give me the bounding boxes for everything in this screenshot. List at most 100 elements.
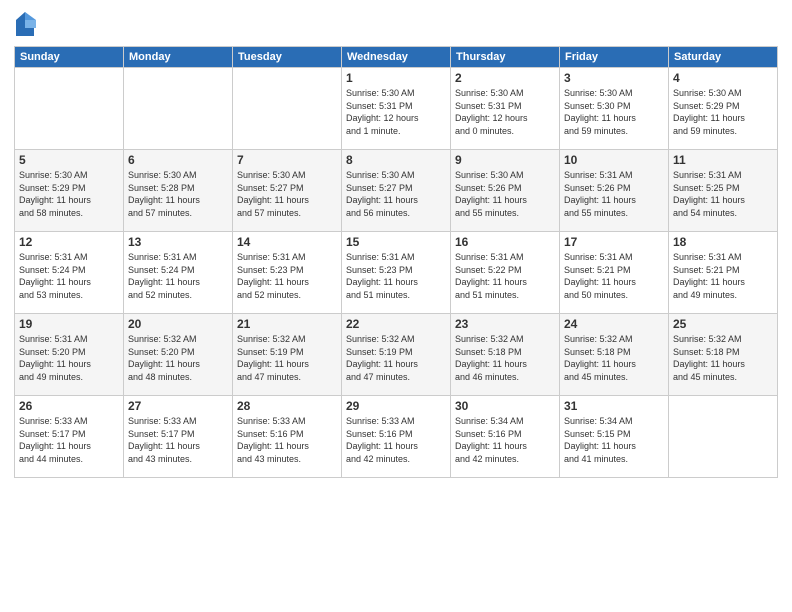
- calendar-cell: 20Sunrise: 5:32 AM Sunset: 5:20 PM Dayli…: [124, 314, 233, 396]
- calendar-cell: 12 Sunrise: 5:31 AM Sunset: 5:24 PM Dayli…: [15, 232, 124, 314]
- day-content: Sunrise: 5:34 AM Sunset: 5:16 PM Dayligh…: [455, 415, 555, 465]
- day-content: Sunrise: 5:30 AM Sunset: 5:26 PM Dayligh…: [455, 169, 555, 219]
- day-number: 19: [19, 317, 119, 331]
- day-number: 16: [455, 235, 555, 249]
- calendar-cell: 11Sunrise: 5:31 AM Sunset: 5:25 PM Dayli…: [669, 150, 778, 232]
- day-content: Sunrise: 5:30 AM Sunset: 5:31 PM Dayligh…: [346, 87, 446, 137]
- day-number: 25: [673, 317, 773, 331]
- day-content: Sunrise: 5:34 AM Sunset: 5:15 PM Dayligh…: [564, 415, 664, 465]
- day-content: Sunrise: 5:31 AM Sunset: 5:21 PM Dayligh…: [673, 251, 773, 301]
- day-content: Sunrise: 5:33 AM Sunset: 5:17 PM Dayligh…: [19, 415, 119, 465]
- logo-icon: [14, 10, 36, 38]
- calendar-cell: 27 Sunrise: 5:33 AM Sunset: 5:17 PM Dayli…: [124, 396, 233, 478]
- header: [14, 10, 778, 38]
- calendar-cell: 21Sunrise: 5:32 AM Sunset: 5:19 PM Dayli…: [233, 314, 342, 396]
- calendar-cell: 30 Sunrise: 5:34 AM Sunset: 5:16 PM Dayli…: [451, 396, 560, 478]
- day-number: 20: [128, 317, 228, 331]
- day-number: 8: [346, 153, 446, 167]
- calendar-cell: [15, 68, 124, 150]
- calendar-week-2: 5 Sunrise: 5:30 AM Sunset: 5:29 PM Daylig…: [15, 150, 778, 232]
- day-content: Sunrise: 5:30 AM Sunset: 5:27 PM Dayligh…: [237, 169, 337, 219]
- calendar-cell: [124, 68, 233, 150]
- calendar-cell: 3 Sunrise: 5:30 AM Sunset: 5:30 PM Daylig…: [560, 68, 669, 150]
- day-content: Sunrise: 5:33 AM Sunset: 5:16 PM Dayligh…: [237, 415, 337, 465]
- day-number: 1: [346, 71, 446, 85]
- calendar-cell: 9 Sunrise: 5:30 AM Sunset: 5:26 PM Daylig…: [451, 150, 560, 232]
- calendar-cell: 1 Sunrise: 5:30 AM Sunset: 5:31 PM Daylig…: [342, 68, 451, 150]
- day-content: Sunrise: 5:32 AM Sunset: 5:18 PM Dayligh…: [673, 333, 773, 383]
- day-number: 2: [455, 71, 555, 85]
- calendar-cell: 22 Sunrise: 5:32 AM Sunset: 5:19 PM Dayli…: [342, 314, 451, 396]
- calendar-header-wednesday: Wednesday: [342, 47, 451, 68]
- calendar-cell: 23 Sunrise: 5:32 AM Sunset: 5:18 PM Dayli…: [451, 314, 560, 396]
- day-number: 12: [19, 235, 119, 249]
- day-content: Sunrise: 5:30 AM Sunset: 5:28 PM Dayligh…: [128, 169, 228, 219]
- calendar-cell: 7 Sunrise: 5:30 AM Sunset: 5:27 PM Daylig…: [233, 150, 342, 232]
- day-number: 11: [673, 153, 773, 167]
- day-number: 18: [673, 235, 773, 249]
- day-number: 27: [128, 399, 228, 413]
- day-number: 6: [128, 153, 228, 167]
- day-content: Sunrise: 5:32 AM Sunset: 5:18 PM Dayligh…: [564, 333, 664, 383]
- day-number: 14: [237, 235, 337, 249]
- day-content: Sunrise: 5:31 AM Sunset: 5:24 PM Dayligh…: [19, 251, 119, 301]
- calendar-cell: 29 Sunrise: 5:33 AM Sunset: 5:16 PM Dayli…: [342, 396, 451, 478]
- calendar-cell: 28 Sunrise: 5:33 AM Sunset: 5:16 PM Dayli…: [233, 396, 342, 478]
- day-content: Sunrise: 5:32 AM Sunset: 5:19 PM Dayligh…: [346, 333, 446, 383]
- day-number: 29: [346, 399, 446, 413]
- day-number: 7: [237, 153, 337, 167]
- day-number: 9: [455, 153, 555, 167]
- day-number: 3: [564, 71, 664, 85]
- calendar-cell: 10Sunrise: 5:31 AM Sunset: 5:26 PM Dayli…: [560, 150, 669, 232]
- calendar-header-saturday: Saturday: [669, 47, 778, 68]
- day-number: 30: [455, 399, 555, 413]
- day-number: 5: [19, 153, 119, 167]
- calendar-header-tuesday: Tuesday: [233, 47, 342, 68]
- day-number: 10: [564, 153, 664, 167]
- calendar-header-friday: Friday: [560, 47, 669, 68]
- day-content: Sunrise: 5:30 AM Sunset: 5:30 PM Dayligh…: [564, 87, 664, 137]
- day-number: 24: [564, 317, 664, 331]
- calendar-cell: 15Sunrise: 5:31 AM Sunset: 5:23 PM Dayli…: [342, 232, 451, 314]
- day-content: Sunrise: 5:31 AM Sunset: 5:24 PM Dayligh…: [128, 251, 228, 301]
- calendar-cell: 2 Sunrise: 5:30 AM Sunset: 5:31 PM Daylig…: [451, 68, 560, 150]
- day-content: Sunrise: 5:31 AM Sunset: 5:20 PM Dayligh…: [19, 333, 119, 383]
- day-content: Sunrise: 5:30 AM Sunset: 5:29 PM Dayligh…: [673, 87, 773, 137]
- calendar-header-monday: Monday: [124, 47, 233, 68]
- calendar-cell: [233, 68, 342, 150]
- calendar-cell: 8 Sunrise: 5:30 AM Sunset: 5:27 PM Daylig…: [342, 150, 451, 232]
- day-content: Sunrise: 5:31 AM Sunset: 5:22 PM Dayligh…: [455, 251, 555, 301]
- day-content: Sunrise: 5:32 AM Sunset: 5:18 PM Dayligh…: [455, 333, 555, 383]
- calendar-cell: 31Sunrise: 5:34 AM Sunset: 5:15 PM Dayli…: [560, 396, 669, 478]
- day-number: 21: [237, 317, 337, 331]
- day-content: Sunrise: 5:30 AM Sunset: 5:29 PM Dayligh…: [19, 169, 119, 219]
- calendar-week-4: 19 Sunrise: 5:31 AM Sunset: 5:20 PM Dayli…: [15, 314, 778, 396]
- day-number: 23: [455, 317, 555, 331]
- day-content: Sunrise: 5:33 AM Sunset: 5:16 PM Dayligh…: [346, 415, 446, 465]
- day-content: Sunrise: 5:31 AM Sunset: 5:21 PM Dayligh…: [564, 251, 664, 301]
- calendar-week-1: 1 Sunrise: 5:30 AM Sunset: 5:31 PM Daylig…: [15, 68, 778, 150]
- day-number: 28: [237, 399, 337, 413]
- day-number: 22: [346, 317, 446, 331]
- calendar-cell: 19 Sunrise: 5:31 AM Sunset: 5:20 PM Dayli…: [15, 314, 124, 396]
- day-content: Sunrise: 5:31 AM Sunset: 5:23 PM Dayligh…: [237, 251, 337, 301]
- day-content: Sunrise: 5:30 AM Sunset: 5:31 PM Dayligh…: [455, 87, 555, 137]
- logo: [14, 10, 39, 38]
- calendar-cell: 26Sunrise: 5:33 AM Sunset: 5:17 PM Dayli…: [15, 396, 124, 478]
- calendar-header-row: SundayMondayTuesdayWednesdayThursdayFrid…: [15, 47, 778, 68]
- day-content: Sunrise: 5:30 AM Sunset: 5:27 PM Dayligh…: [346, 169, 446, 219]
- calendar-cell: 5 Sunrise: 5:30 AM Sunset: 5:29 PM Daylig…: [15, 150, 124, 232]
- calendar-header-thursday: Thursday: [451, 47, 560, 68]
- page: SundayMondayTuesdayWednesdayThursdayFrid…: [0, 0, 792, 612]
- calendar-cell: 17Sunrise: 5:31 AM Sunset: 5:21 PM Dayli…: [560, 232, 669, 314]
- calendar-week-5: 26Sunrise: 5:33 AM Sunset: 5:17 PM Dayli…: [15, 396, 778, 478]
- calendar-cell: 14 Sunrise: 5:31 AM Sunset: 5:23 PM Dayli…: [233, 232, 342, 314]
- calendar-cell: [669, 396, 778, 478]
- calendar-cell: 24 Sunrise: 5:32 AM Sunset: 5:18 PM Dayli…: [560, 314, 669, 396]
- day-number: 13: [128, 235, 228, 249]
- calendar-table: SundayMondayTuesdayWednesdayThursdayFrid…: [14, 46, 778, 478]
- calendar-cell: 18 Sunrise: 5:31 AM Sunset: 5:21 PM Dayli…: [669, 232, 778, 314]
- calendar-cell: 4 Sunrise: 5:30 AM Sunset: 5:29 PM Daylig…: [669, 68, 778, 150]
- day-content: Sunrise: 5:33 AM Sunset: 5:17 PM Dayligh…: [128, 415, 228, 465]
- day-number: 4: [673, 71, 773, 85]
